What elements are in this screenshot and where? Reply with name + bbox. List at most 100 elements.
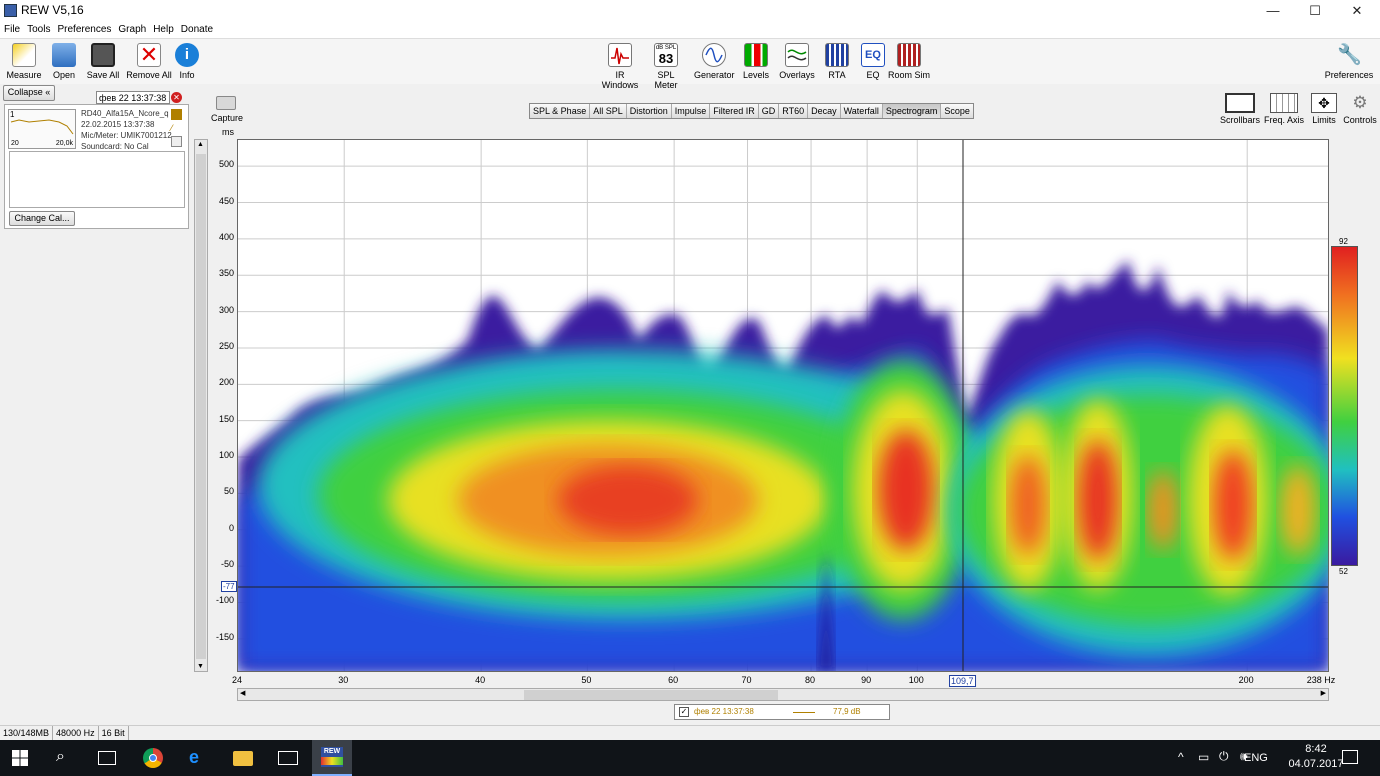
collapse-button[interactable]: Collapse «: [3, 85, 55, 101]
remove-icon: ✕: [137, 43, 161, 67]
legend-name: фев 22 13:37:38: [694, 707, 754, 716]
overlays-button[interactable]: Overlays: [778, 43, 816, 80]
graph-legend: ✓ фев 22 13:37:38 77,9 dB: [674, 704, 890, 720]
notes-icon[interactable]: [171, 136, 182, 147]
tab-spectrogram[interactable]: Spectrogram: [882, 104, 942, 118]
gear-icon: ⚙: [1352, 93, 1368, 112]
maximize-button[interactable]: ☐: [1292, 0, 1338, 22]
heat-blob-red-mid: [878, 430, 934, 550]
horizontal-scrollbar[interactable]: ◀ ▶: [237, 688, 1329, 701]
menu-preferences[interactable]: Preferences: [57, 24, 111, 35]
tab-waterfall[interactable]: Waterfall: [840, 104, 883, 118]
controls-button[interactable]: ⚙ Controls: [1342, 93, 1378, 125]
tab-distortion[interactable]: Distortion: [626, 104, 672, 118]
camera-icon: [216, 96, 236, 110]
freq-axis-button[interactable]: Freq. Axis: [1264, 93, 1304, 125]
y-tick-label: -50: [220, 559, 234, 570]
task-view-icon[interactable]: [98, 751, 116, 765]
delete-measurement-icon[interactable]: ✕: [171, 92, 182, 103]
tab-impulse[interactable]: Impulse: [671, 104, 711, 118]
spl-meter-icon: dB SPL 83: [654, 43, 678, 67]
levels-button[interactable]: Levels: [740, 43, 772, 80]
legend-checkbox[interactable]: ✓: [679, 707, 689, 717]
tab-scope[interactable]: Scope: [941, 104, 973, 118]
change-cal-button[interactable]: Change Cal...: [9, 211, 75, 226]
menu-donate[interactable]: Donate: [181, 24, 213, 35]
heat-peak-5-core: [1280, 465, 1316, 555]
tab-filtered-ir[interactable]: Filtered IR: [710, 104, 759, 118]
save-all-button[interactable]: Save All: [84, 43, 122, 80]
notifications-icon[interactable]: [1342, 750, 1358, 764]
tab-spl-phase[interactable]: SPL & Phase: [530, 104, 591, 118]
y-tick-label: 450: [218, 195, 234, 206]
x-tick-label: 70: [741, 675, 752, 685]
y-tick-label: 500: [218, 159, 234, 170]
rta-button[interactable]: RTA: [822, 43, 852, 80]
x-tick-label: 50: [581, 675, 592, 685]
line-style-icon[interactable]: ⁄: [171, 123, 182, 133]
ir-windows-button[interactable]: IR Windows: [598, 43, 642, 90]
app-icon: [4, 4, 17, 17]
y-tick-label: 150: [218, 413, 234, 424]
taskbar-rew-app[interactable]: REW: [312, 740, 352, 776]
heat-peak-1-core: [1010, 455, 1046, 555]
menu-help[interactable]: Help: [153, 24, 174, 35]
minimize-button[interactable]: —: [1250, 0, 1296, 22]
language-indicator[interactable]: ENG: [1244, 752, 1268, 764]
wrench-icon: 🔧: [1337, 44, 1362, 66]
y-tick-label: 200: [218, 377, 234, 388]
ir-windows-icon: [608, 43, 632, 67]
open-button[interactable]: Open: [46, 43, 82, 80]
notes-area[interactable]: [9, 151, 185, 208]
scrollbars-button[interactable]: Scrollbars: [1220, 93, 1260, 125]
chrome-icon[interactable]: [143, 748, 163, 768]
network-icon[interactable]: ▭: [1198, 750, 1209, 764]
menu-file[interactable]: File: [4, 24, 20, 35]
tab-decay[interactable]: Decay: [808, 104, 841, 118]
measurement-name-field[interactable]: [96, 91, 170, 104]
scroll-right-icon[interactable]: ▶: [1321, 689, 1326, 697]
horizontal-scroll-thumb[interactable]: [524, 690, 778, 700]
power-icon[interactable]: ⏻: [1219, 749, 1229, 764]
eq-button[interactable]: EQ EQ: [858, 43, 888, 80]
scale-max-label: 92: [1339, 237, 1348, 246]
scroll-left-icon[interactable]: ◀: [240, 689, 245, 697]
menu-tools[interactable]: Tools: [27, 24, 50, 35]
search-icon[interactable]: ⌕: [56, 748, 65, 766]
x-tick-label: 30: [338, 675, 349, 685]
vertical-scrollbar[interactable]: ▲ ▼: [194, 139, 208, 672]
measure-button[interactable]: Measure: [4, 43, 44, 80]
generator-icon: [702, 43, 726, 67]
edge-icon[interactable]: e: [189, 747, 199, 768]
mail-icon[interactable]: [278, 751, 298, 765]
limits-icon: ✥: [1311, 93, 1337, 113]
clock[interactable]: 8:42 04.07.2017: [1288, 742, 1344, 772]
overlays-icon: [785, 43, 809, 67]
tab-rt60[interactable]: RT60: [779, 104, 809, 118]
close-button[interactable]: ✕: [1334, 0, 1380, 22]
heat-blob-red-left: [558, 465, 698, 535]
scroll-up-icon[interactable]: ▲: [197, 141, 204, 148]
info-button[interactable]: i Info: [172, 43, 202, 80]
tray-chevron-icon[interactable]: ^: [1178, 750, 1184, 764]
x-tick-label: 40: [475, 675, 486, 685]
generator-button[interactable]: Generator: [694, 43, 735, 80]
file-explorer-icon[interactable]: [233, 751, 253, 766]
limits-button[interactable]: ✥ Limits: [1308, 93, 1340, 125]
y-tick-label: 350: [218, 268, 234, 279]
remove-all-button[interactable]: ✕ Remove All: [126, 43, 172, 80]
scroll-down-icon[interactable]: ▼: [197, 663, 204, 670]
preferences-button[interactable]: 🔧 Preferences: [1322, 43, 1376, 80]
vertical-scroll-thumb[interactable]: [196, 154, 206, 659]
color-icon[interactable]: [171, 109, 182, 120]
title-bar: REW V5,16 — ☐ ✕: [0, 0, 1380, 22]
menu-graph[interactable]: Graph: [118, 24, 146, 35]
spl-meter-button[interactable]: dB SPL 83 SPL Meter: [646, 43, 686, 90]
tab-gd[interactable]: GD: [758, 104, 780, 118]
tab-all-spl[interactable]: All SPL: [590, 104, 627, 118]
capture-button[interactable]: Capture: [211, 96, 243, 123]
windows-start-icon[interactable]: [12, 750, 28, 766]
room-sim-button[interactable]: Room Sim: [888, 43, 930, 80]
measurement-thumbnail[interactable]: 1 20 20,0k: [8, 109, 76, 149]
spectrogram-plot[interactable]: [237, 139, 1329, 672]
